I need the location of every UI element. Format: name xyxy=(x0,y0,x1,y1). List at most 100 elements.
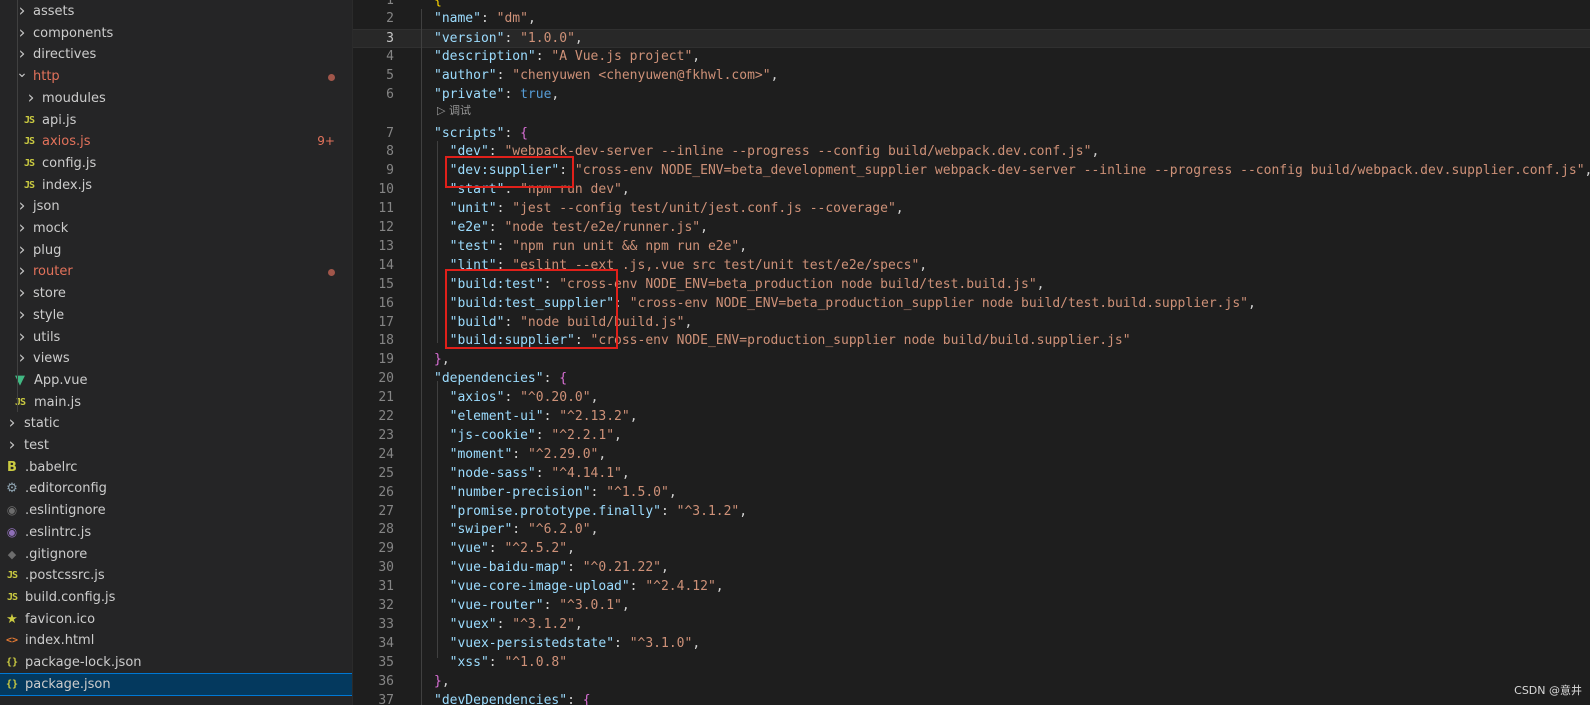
folder-test[interactable]: › test xyxy=(0,435,352,457)
file-app-vue[interactable]: ▼ App.vue xyxy=(0,370,352,392)
line-number: 4 xyxy=(386,49,394,65)
code-line[interactable]: 37 "devDependencies": { xyxy=(353,692,1590,705)
code-token: "dm" xyxy=(496,11,528,27)
code-token: { xyxy=(582,692,591,705)
line-number: 35 xyxy=(378,654,394,670)
code-line[interactable]: 28 "swiper": "^6.2.0", xyxy=(353,521,1590,540)
code-line[interactable]: 24 "moment": "^2.29.0", xyxy=(353,446,1590,465)
code-token: "xss" xyxy=(449,654,489,670)
code-token: : xyxy=(629,579,646,595)
code-line[interactable]: 23 "js-cookie": "^2.2.1", xyxy=(353,427,1590,446)
file-favicon-ico[interactable]: ★ favicon.ico xyxy=(0,609,352,631)
code-line[interactable]: 31 "vue-core-image-upload": "^2.4.12", xyxy=(353,578,1590,597)
folder-mock[interactable]: › mock xyxy=(0,218,352,240)
code-text: "unit": "jest --config test/unit/jest.co… xyxy=(434,200,904,219)
line-number: 23 xyxy=(378,427,394,443)
code-line[interactable]: 33 "vuex": "^3.1.2", xyxy=(353,616,1590,635)
file-babelrc[interactable]: B .babelrc xyxy=(0,457,352,479)
tree-item-label: favicon.ico xyxy=(25,611,96,627)
folder-store[interactable]: › store xyxy=(0,283,352,305)
file-package-json[interactable]: {} package.json xyxy=(0,672,352,697)
code-line[interactable]: 21 "axios": "^0.20.0", xyxy=(353,389,1590,408)
code-token: : xyxy=(488,541,505,557)
file-eslintignore[interactable]: ◉ .eslintignore xyxy=(0,500,352,522)
code-line[interactable]: 2 "name": "dm", xyxy=(353,10,1590,29)
indent-guide xyxy=(421,9,422,705)
code-token: "node test/e2e/runner.js" xyxy=(504,220,701,235)
line-number: 25 xyxy=(378,465,394,481)
code-line[interactable]: 3 "version": "1.0.0", xyxy=(353,29,1590,49)
code-line[interactable]: 36}, xyxy=(353,673,1590,692)
code-line[interactable]: 22 "element-ui": "^2.13.2", xyxy=(353,408,1590,427)
code-text: "vue-baidu-map": "^0.21.22", xyxy=(434,559,669,578)
file-main-js[interactable]: JS main.js xyxy=(0,392,352,414)
file-gitignore[interactable]: ◆ .gitignore xyxy=(0,544,352,566)
file-eslintrc-js[interactable]: ◉ .eslintrc.js xyxy=(0,522,352,544)
line-number: 14 xyxy=(378,257,394,273)
code-line[interactable]: 13 "test": "npm run unit && npm run e2e"… xyxy=(353,238,1590,257)
code-token: "cross-env NODE_ENV=beta_production_supp… xyxy=(629,295,1248,311)
code-line[interactable]: 34 "vuex-persistedstate": "^3.1.0", xyxy=(353,635,1590,654)
code-token: } xyxy=(434,352,442,368)
folder-views[interactable]: › views xyxy=(0,348,352,370)
file-api-js[interactable]: JS api.js xyxy=(0,110,352,132)
folder-directives[interactable]: › directives xyxy=(0,44,352,66)
code-token: , xyxy=(684,314,693,330)
folder-plug[interactable]: › plug xyxy=(0,240,352,262)
code-line[interactable]: 32 "vue-router": "^3.0.1", xyxy=(353,597,1590,616)
folder-moudules[interactable]: › moudules xyxy=(0,88,352,110)
code-editor[interactable]: 1{2 "name": "dm", 3 "version": "1.0.0", 4 "de… xyxy=(353,0,1590,705)
line-number: 11 xyxy=(378,201,394,217)
code-line[interactable]: 12 "e2e": "node test/e2e/runner.js", xyxy=(353,219,1590,238)
code-line[interactable]: 20 "dependencies": { xyxy=(353,370,1590,389)
code-text: "number-precision": "^1.5.0", xyxy=(434,484,677,503)
chevron-right-icon: › xyxy=(8,413,16,434)
line-number: 27 xyxy=(378,503,394,519)
file-postcssrc-js[interactable]: JS .postcssrc.js xyxy=(0,565,352,587)
file-axios-js[interactable]: JS axios.js 9+ xyxy=(0,131,352,153)
file-package-lock-json[interactable]: {} package-lock.json xyxy=(0,652,352,674)
line-number: 3 xyxy=(386,31,394,47)
codelens-debug[interactable]: ▷ 调试 xyxy=(437,104,471,118)
file-index-js[interactable]: JS index.js xyxy=(0,175,352,197)
code-line[interactable]: 6 "private": true, xyxy=(353,86,1590,105)
code-line[interactable]: 27 "promise.prototype.finally": "^3.1.2"… xyxy=(353,503,1590,522)
file-editorconfig[interactable]: ⚙ .editorconfig xyxy=(0,478,352,500)
file-index-html[interactable]: <> index.html xyxy=(0,630,352,652)
code-line[interactable]: 25 "node-sass": "^4.14.1", xyxy=(353,465,1590,484)
file-build-config-js[interactable]: JS build.config.js xyxy=(0,587,352,609)
code-line[interactable]: 7 "scripts": { xyxy=(353,125,1590,144)
code-token: "cross-env NODE_ENV=beta_development_sup… xyxy=(574,163,1585,179)
code-line[interactable]: 26 "number-precision": "^1.5.0", xyxy=(353,484,1590,503)
code-line[interactable]: 19}, xyxy=(353,351,1590,370)
code-line[interactable]: 30 "vue-baidu-map": "^0.21.22", xyxy=(353,559,1590,578)
folder-assets[interactable]: › assets xyxy=(0,1,352,23)
code-line[interactable]: 1{ xyxy=(353,0,1590,10)
code-token: : xyxy=(590,484,607,500)
line-number: 9 xyxy=(386,163,394,179)
tree-item-label: test xyxy=(24,438,49,453)
code-token: , xyxy=(1036,276,1045,292)
folder-style[interactable]: › style xyxy=(0,305,352,327)
code-line[interactable]: 4 "description": "A Vue.js project", xyxy=(353,48,1590,67)
line-number: 29 xyxy=(378,541,394,557)
line-number: 22 xyxy=(378,409,394,424)
folder-components[interactable]: › components xyxy=(0,23,352,45)
code-token: "unit" xyxy=(449,201,497,217)
tree-indent-guide xyxy=(17,0,18,412)
folder-utils[interactable]: › utils xyxy=(0,327,352,349)
line-number: 26 xyxy=(378,484,394,500)
folder-json[interactable]: › json xyxy=(0,196,352,218)
code-token: , xyxy=(621,598,630,613)
code-token: "author" xyxy=(434,68,497,84)
code-line[interactable]: 29 "vue": "^2.5.2", xyxy=(353,540,1590,559)
folder-http[interactable]: ⌄ http xyxy=(0,66,352,88)
file-config-js[interactable]: JS config.js xyxy=(0,153,352,175)
code-line[interactable]: 5 "author": "chenyuwen <chenyuwen@fkhwl.c… xyxy=(353,67,1590,86)
code-token: "test" xyxy=(449,238,497,254)
code-line[interactable]: 35 "xss": "^1.0.8" xyxy=(353,654,1590,673)
folder-router[interactable]: › router xyxy=(0,261,352,283)
code-line[interactable]: 11 "unit": "jest --config test/unit/jest… xyxy=(353,200,1590,219)
folder-static[interactable]: › static xyxy=(0,413,352,435)
code-token: "^3.0.1" xyxy=(559,598,622,613)
